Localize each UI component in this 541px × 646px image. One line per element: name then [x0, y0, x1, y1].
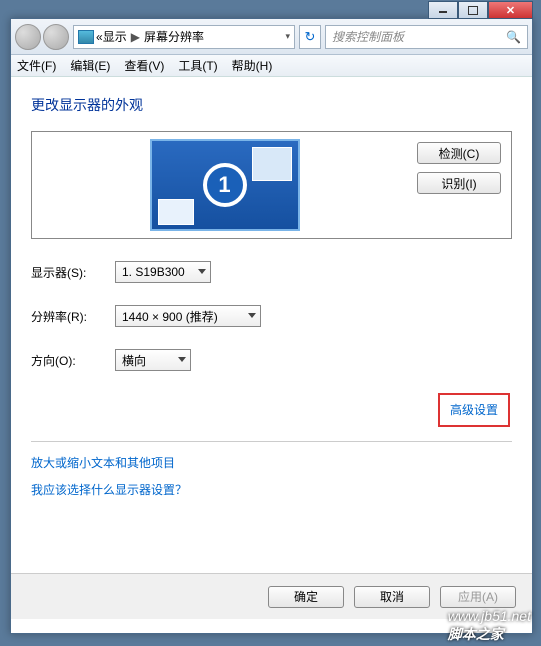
chevron-down-icon [248, 313, 256, 322]
menu-file[interactable]: 文件(F) [17, 57, 56, 74]
chevron-down-icon [178, 357, 186, 366]
search-input[interactable]: 搜索控制面板 🔍 [325, 25, 528, 49]
menu-help[interactable]: 帮助(H) [232, 57, 273, 74]
monitor-area: 1 [32, 132, 417, 238]
window-controls [428, 1, 533, 19]
refresh-icon: ↻ [305, 29, 316, 45]
text-size-link[interactable]: 放大或缩小文本和其他项目 [31, 454, 512, 471]
maximize-button[interactable] [458, 1, 488, 19]
control-panel-icon [78, 30, 94, 44]
advanced-link-row: 高级设置 [31, 393, 512, 427]
monitor-number: 1 [203, 163, 247, 207]
resolution-select[interactable]: 1440 × 900 (推荐) [115, 305, 261, 327]
breadcrumb-item-resolution[interactable]: 屏幕分辨率 [144, 28, 204, 45]
minimize-button[interactable] [428, 1, 458, 19]
apply-button[interactable]: 应用(A) [440, 586, 516, 608]
divider [31, 441, 512, 442]
identify-button[interactable]: 识别(I) [417, 172, 501, 194]
chevron-down-icon [198, 269, 206, 278]
orientation-label: 方向(O): [31, 352, 115, 369]
highlight-box: 高级设置 [438, 393, 510, 427]
orientation-row: 方向(O): 横向 [31, 349, 512, 371]
breadcrumb[interactable]: « 显示 ▶ 屏幕分辨率 ▾ [73, 25, 295, 49]
detect-button[interactable]: 检测(C) [417, 142, 501, 164]
breadcrumb-dropdown-icon[interactable]: ▾ [285, 31, 290, 42]
watermark-name: 脚本之家 [448, 624, 531, 644]
control-panel-window: « 显示 ▶ 屏幕分辨率 ▾ ↻ 搜索控制面板 🔍 文件(F) 编辑(E) 查看… [10, 18, 533, 634]
display-label: 显示器(S): [31, 264, 115, 281]
display-row: 显示器(S): 1. S19B300 [31, 261, 512, 283]
watermark: www.jb51.net 脚本之家 [448, 608, 531, 644]
nav-back-forward [15, 24, 69, 50]
orientation-select[interactable]: 横向 [115, 349, 191, 371]
window-thumb [252, 147, 292, 181]
search-icon: 🔍 [506, 30, 521, 44]
preview-buttons: 检测(C) 识别(I) [417, 132, 511, 238]
resolution-row: 分辨率(R): 1440 × 900 (推荐) [31, 305, 512, 327]
monitor-1[interactable]: 1 [150, 139, 300, 231]
taskbar-thumb [158, 199, 194, 225]
breadcrumb-back: « [96, 30, 103, 44]
content-area: 更改显示器的外观 1 检测(C) 识别(I) 显示器(S): 1. S19B30… [11, 77, 532, 498]
cancel-button[interactable]: 取消 [354, 586, 430, 608]
close-button[interactable] [488, 1, 533, 19]
page-title: 更改显示器的外观 [31, 95, 512, 115]
menu-tools[interactable]: 工具(T) [178, 57, 217, 74]
back-button[interactable] [15, 24, 41, 50]
forward-button[interactable] [43, 24, 69, 50]
navigation-header: « 显示 ▶ 屏幕分辨率 ▾ ↻ 搜索控制面板 🔍 [11, 19, 532, 55]
orientation-value: 横向 [122, 352, 146, 369]
breadcrumb-item-display[interactable]: 显示 [103, 28, 127, 45]
display-select[interactable]: 1. S19B300 [115, 261, 211, 283]
ok-button[interactable]: 确定 [268, 586, 344, 608]
resolution-value: 1440 × 900 (推荐) [122, 308, 218, 325]
refresh-button[interactable]: ↻ [299, 25, 321, 49]
watermark-url: www.jb51.net [448, 608, 531, 624]
advanced-settings-link[interactable]: 高级设置 [450, 403, 498, 417]
chevron-right-icon: ▶ [127, 30, 144, 44]
which-display-link[interactable]: 我应该选择什么显示器设置？ [31, 481, 512, 498]
menu-edit[interactable]: 编辑(E) [70, 57, 110, 74]
menu-view[interactable]: 查看(V) [124, 57, 164, 74]
display-value: 1. S19B300 [122, 265, 185, 279]
menu-bar: 文件(F) 编辑(E) 查看(V) 工具(T) 帮助(H) [11, 55, 532, 77]
resolution-label: 分辨率(R): [31, 308, 115, 325]
search-placeholder: 搜索控制面板 [332, 28, 404, 45]
display-preview: 1 检测(C) 识别(I) [31, 131, 512, 239]
